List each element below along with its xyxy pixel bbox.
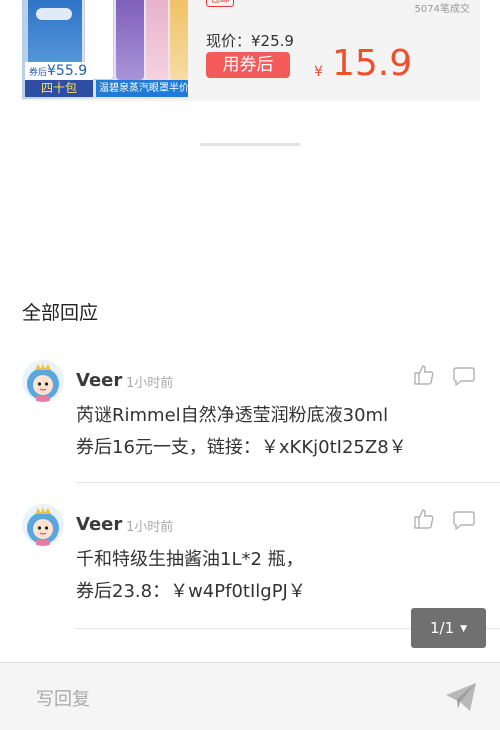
avatar[interactable] xyxy=(22,360,64,402)
comment-time: 1小时前 xyxy=(126,520,174,535)
comment-time: 1小时前 xyxy=(126,376,174,391)
reply-button[interactable] xyxy=(452,508,476,532)
image-pack-badge: 四十包 xyxy=(25,80,93,97)
comment-line: 券后23.8：￥w4Pf0tIlgPJ￥ xyxy=(76,581,306,602)
caret-down-icon: ▼ xyxy=(460,624,468,634)
section-title: 全部回应 xyxy=(22,302,99,324)
comment-line: 千和特级生抽酱油1L*2 瓶， xyxy=(76,549,304,570)
reply-input[interactable]: 写回复 xyxy=(36,685,90,711)
coupon-tag: 用券后 xyxy=(206,52,290,78)
image-price-prefix: 券后 xyxy=(29,68,48,78)
comment-divider xyxy=(76,482,500,483)
product-package xyxy=(116,0,144,80)
price-currency: ¥ xyxy=(314,64,323,80)
product-card[interactable]: 券后¥55.9 四十包 温碧泉蒸汽眼罩半价 包邮 5074笔成交 现价：¥25.… xyxy=(22,0,480,101)
brand-logo xyxy=(36,8,72,20)
product-image[interactable]: 券后¥55.9 四十包 温碧泉蒸汽眼罩半价 xyxy=(22,0,188,99)
comment-line: 券后16元一支，链接：￥xKKj0tI25Z8￥ xyxy=(76,437,407,458)
like-button[interactable] xyxy=(412,507,436,531)
comment-author[interactable]: Veer xyxy=(76,370,122,391)
speech-bubble-icon xyxy=(453,367,475,386)
thumbs-up-icon xyxy=(414,365,434,385)
image-price-value: ¥55.9 xyxy=(47,63,88,79)
free-shipping-tag: 包邮 xyxy=(206,0,234,7)
reply-button[interactable] xyxy=(452,364,476,388)
current-price: 现价：¥25.9 xyxy=(206,32,294,50)
comment-author[interactable]: Veer xyxy=(76,514,122,535)
reply-bar: 写回复 xyxy=(0,662,500,730)
like-button[interactable] xyxy=(412,363,436,387)
thumbs-up-icon xyxy=(414,509,434,529)
page-selector[interactable]: 1/1 ▼ xyxy=(411,608,486,648)
product-package xyxy=(170,0,188,80)
paper-plane-icon xyxy=(446,683,476,711)
page-indicator: 1/1 xyxy=(429,619,455,637)
comment-line: 芮谜Rimmel自然净透莹润粉底液30ml xyxy=(76,405,389,426)
final-price: 15.9 xyxy=(332,43,413,84)
speech-bubble-icon xyxy=(453,511,475,530)
comment-body: 千和特级生抽酱油1L*2 瓶， 券后23.8：￥w4Pf0tIlgPJ￥ xyxy=(76,544,306,608)
avatar[interactable] xyxy=(22,504,64,546)
comment-body: 芮谜Rimmel自然净透莹润粉底液30ml 券后16元一支，链接：￥xKKj0t… xyxy=(76,400,407,464)
send-button[interactable] xyxy=(444,681,478,713)
image-price-badge: 券后¥55.9 xyxy=(25,62,93,80)
image-promo-banner: 温碧泉蒸汽眼罩半价 xyxy=(96,80,188,97)
section-divider xyxy=(200,143,300,146)
product-package xyxy=(146,0,168,80)
sold-count: 5074笔成交 xyxy=(414,4,470,15)
